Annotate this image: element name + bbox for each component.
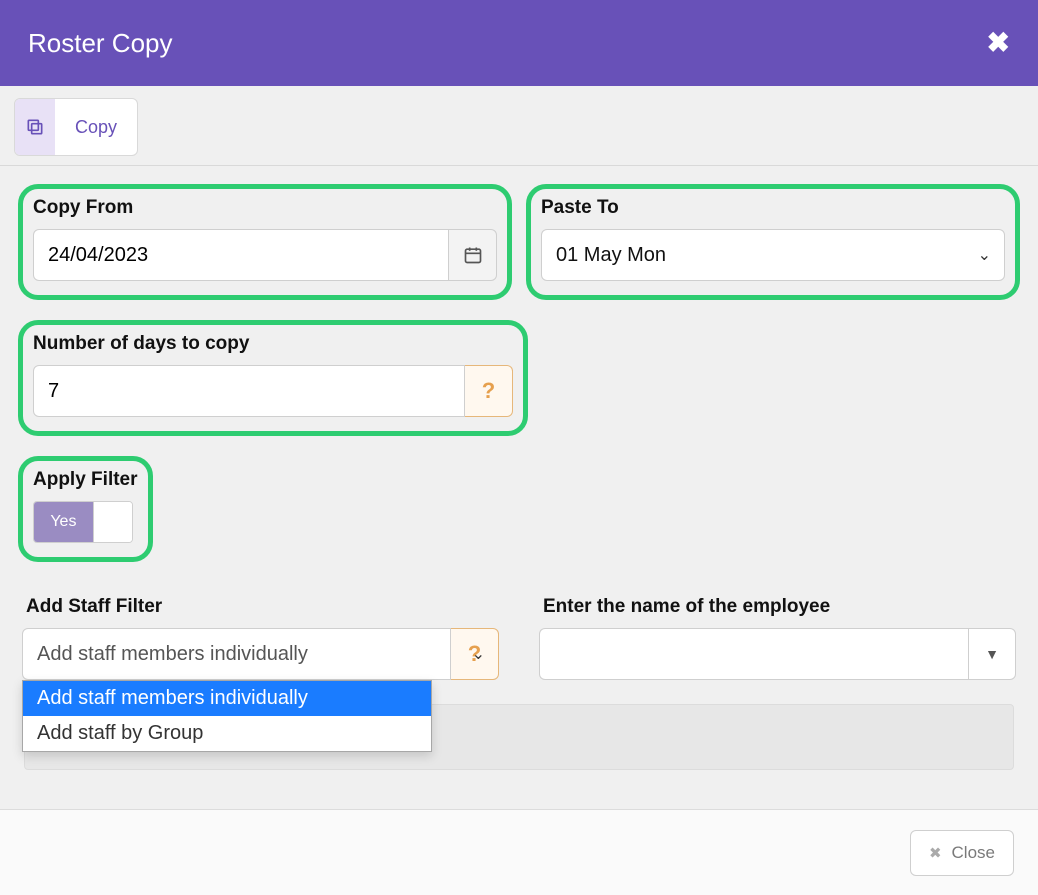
staff-filter-label: Add Staff Filter [22, 596, 499, 618]
help-icon[interactable]: ? [465, 365, 513, 417]
close-button[interactable]: ✖ Close [910, 830, 1014, 876]
tab-strip: Copy [0, 86, 1038, 166]
close-icon[interactable]: ✖ [987, 29, 1010, 57]
employee-input[interactable] [539, 628, 968, 680]
modal-header: Roster Copy ✖ [0, 0, 1038, 86]
calendar-icon[interactable] [449, 229, 497, 281]
copy-icon [15, 99, 55, 155]
apply-filter-toggle[interactable]: Yes [33, 501, 133, 543]
modal-title: Roster Copy [28, 28, 173, 59]
apply-filter-group: Apply Filter Yes [18, 456, 153, 562]
staff-filter-option[interactable]: Add staff by Group [23, 716, 431, 751]
tab-copy-label: Copy [55, 117, 137, 138]
paste-to-value: 01 May Mon [541, 229, 1005, 281]
help-icon[interactable]: ? [451, 628, 499, 680]
paste-to-select[interactable]: 01 May Mon ⌄ [541, 229, 1005, 281]
close-button-label: Close [952, 843, 995, 863]
days-input[interactable] [33, 365, 465, 417]
toggle-knob [93, 502, 132, 542]
employee-dropdown-toggle[interactable]: ▼ [968, 628, 1016, 680]
apply-filter-label: Apply Filter [33, 469, 138, 491]
staff-filter-value: Add staff members individually [37, 643, 308, 666]
modal-footer: ✖ Close [0, 809, 1038, 895]
copy-from-input[interactable] [33, 229, 449, 281]
paste-to-group: Paste To 01 May Mon ⌄ [526, 184, 1020, 300]
paste-to-label: Paste To [541, 197, 1005, 219]
staff-filter-dropdown: Add staff members individually Add staff… [22, 680, 432, 752]
days-label: Number of days to copy [33, 333, 513, 355]
caret-down-icon: ▼ [985, 646, 999, 662]
tab-copy[interactable]: Copy [14, 98, 138, 156]
copy-from-label: Copy From [33, 197, 497, 219]
employee-label: Enter the name of the employee [539, 596, 1016, 618]
toggle-on-label: Yes [34, 502, 93, 542]
days-group: Number of days to copy ? [18, 320, 528, 436]
staff-filter-option[interactable]: Add staff members individually [23, 681, 431, 716]
copy-from-group: Copy From [18, 184, 512, 300]
form-content: Copy From [0, 166, 1038, 770]
staff-filter-select[interactable]: Add staff members individually ⌄ [22, 628, 451, 680]
close-icon: ✖ [929, 844, 942, 862]
